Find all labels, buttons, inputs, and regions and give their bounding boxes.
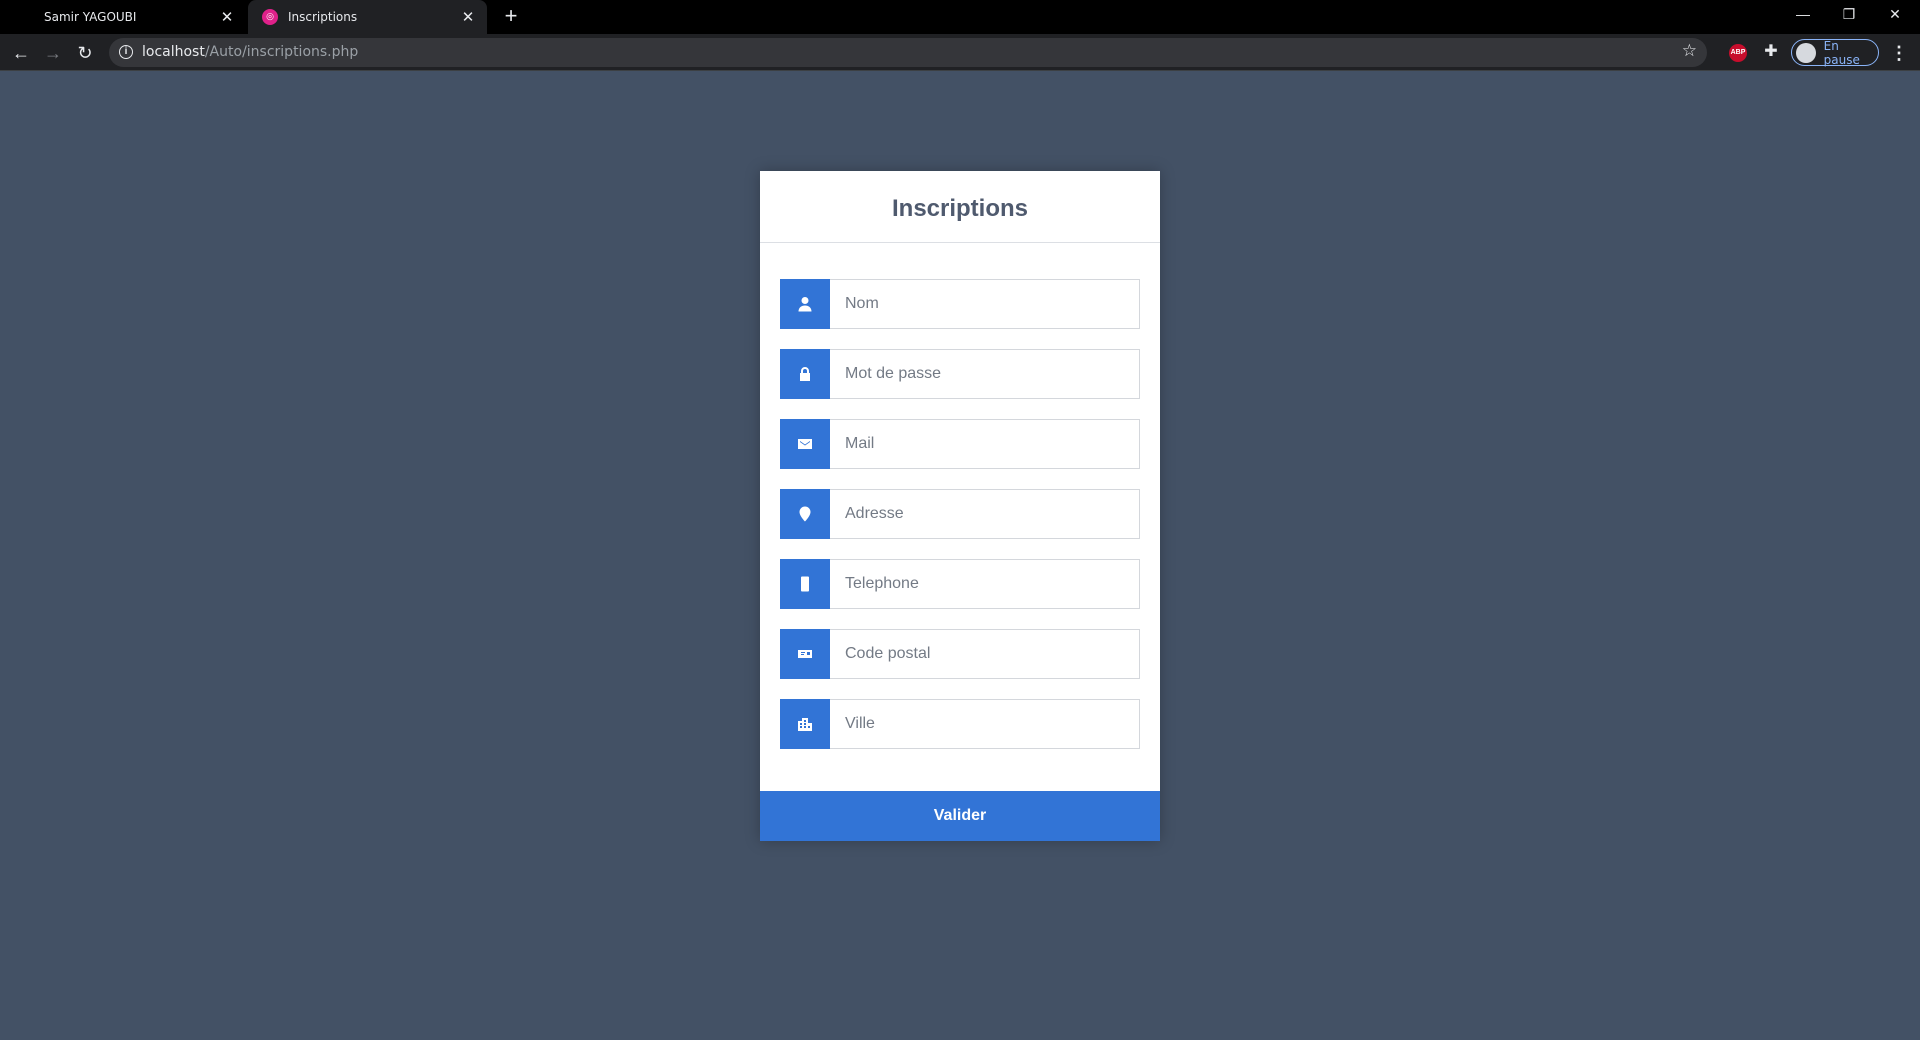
password-input[interactable] xyxy=(830,349,1140,399)
mobile-phone-icon xyxy=(780,559,830,609)
avatar xyxy=(1796,42,1816,63)
address-input[interactable] xyxy=(830,489,1140,539)
instagram-favicon-icon: ◎ xyxy=(262,9,278,25)
mail-input[interactable] xyxy=(830,419,1140,469)
address-bar[interactable]: i localhost/Auto/inscriptions.php ☆ xyxy=(109,38,1707,67)
city-input[interactable] xyxy=(830,699,1140,749)
close-tab-icon[interactable]: ✕ xyxy=(218,8,236,26)
reload-icon[interactable]: ↻ xyxy=(72,40,98,66)
window-close-icon[interactable]: ✕ xyxy=(1872,0,1918,30)
postal-code-field-group xyxy=(780,629,1140,679)
lock-icon xyxy=(780,349,830,399)
bookmark-star-icon[interactable]: ☆ xyxy=(1682,41,1697,61)
postal-code-input[interactable] xyxy=(830,629,1140,679)
registration-card: Inscriptions Nom Mail Adresse Telephone … xyxy=(760,171,1160,841)
site-info-icon[interactable]: i xyxy=(119,45,133,59)
tab-samir-yagoubi[interactable]: Samir YAGOUBI ✕ xyxy=(0,0,246,34)
address-field-group xyxy=(780,489,1140,539)
adblock-plus-icon[interactable]: ABP xyxy=(1729,44,1747,62)
close-tab-icon[interactable]: ✕ xyxy=(459,8,477,26)
name-input[interactable] xyxy=(830,279,1140,329)
postal-card-icon xyxy=(780,629,830,679)
tab-title: Samir YAGOUBI xyxy=(44,10,137,24)
profile-button[interactable]: En pause xyxy=(1791,38,1879,67)
phone-field-group xyxy=(780,559,1140,609)
extensions-puzzle-icon[interactable]: ✚ xyxy=(1760,40,1782,64)
url-text[interactable]: localhost/Auto/inscriptions.php xyxy=(142,44,358,60)
map-marker-icon xyxy=(780,489,830,539)
browser-menu-icon[interactable]: ⋮ xyxy=(1888,40,1910,66)
restore-icon[interactable]: ❐ xyxy=(1826,0,1872,30)
url-host: localhost xyxy=(142,44,205,60)
url-path: /Auto/inscriptions.php xyxy=(204,44,359,60)
phone-input[interactable] xyxy=(830,559,1140,609)
page-title: Inscriptions xyxy=(760,171,1160,243)
minimize-icon[interactable]: — xyxy=(1780,0,1826,30)
profile-status: En pause xyxy=(1823,38,1860,67)
back-arrow-icon[interactable]: ← xyxy=(8,40,34,66)
name-field-group xyxy=(780,279,1140,329)
city-field-group xyxy=(780,699,1140,749)
browser-toolbar: ← → ↻ i localhost/Auto/inscriptions.php … xyxy=(0,34,1920,71)
tab-strip: Samir YAGOUBI ✕ ◎ Inscriptions ✕ + — ❐ ✕ xyxy=(0,0,1920,34)
password-field-group xyxy=(780,349,1140,399)
tab-title: Inscriptions xyxy=(288,10,358,24)
forward-arrow-icon[interactable]: → xyxy=(40,40,66,66)
new-tab-plus-icon[interactable]: + xyxy=(500,5,522,28)
submit-button[interactable]: Valider xyxy=(760,791,1160,841)
mail-field-group xyxy=(780,419,1140,469)
city-building-icon xyxy=(780,699,830,749)
tab-inscriptions[interactable]: ◎ Inscriptions ✕ xyxy=(248,0,487,34)
user-icon xyxy=(780,279,830,329)
envelope-icon xyxy=(780,419,830,469)
registration-form xyxy=(780,279,1140,769)
